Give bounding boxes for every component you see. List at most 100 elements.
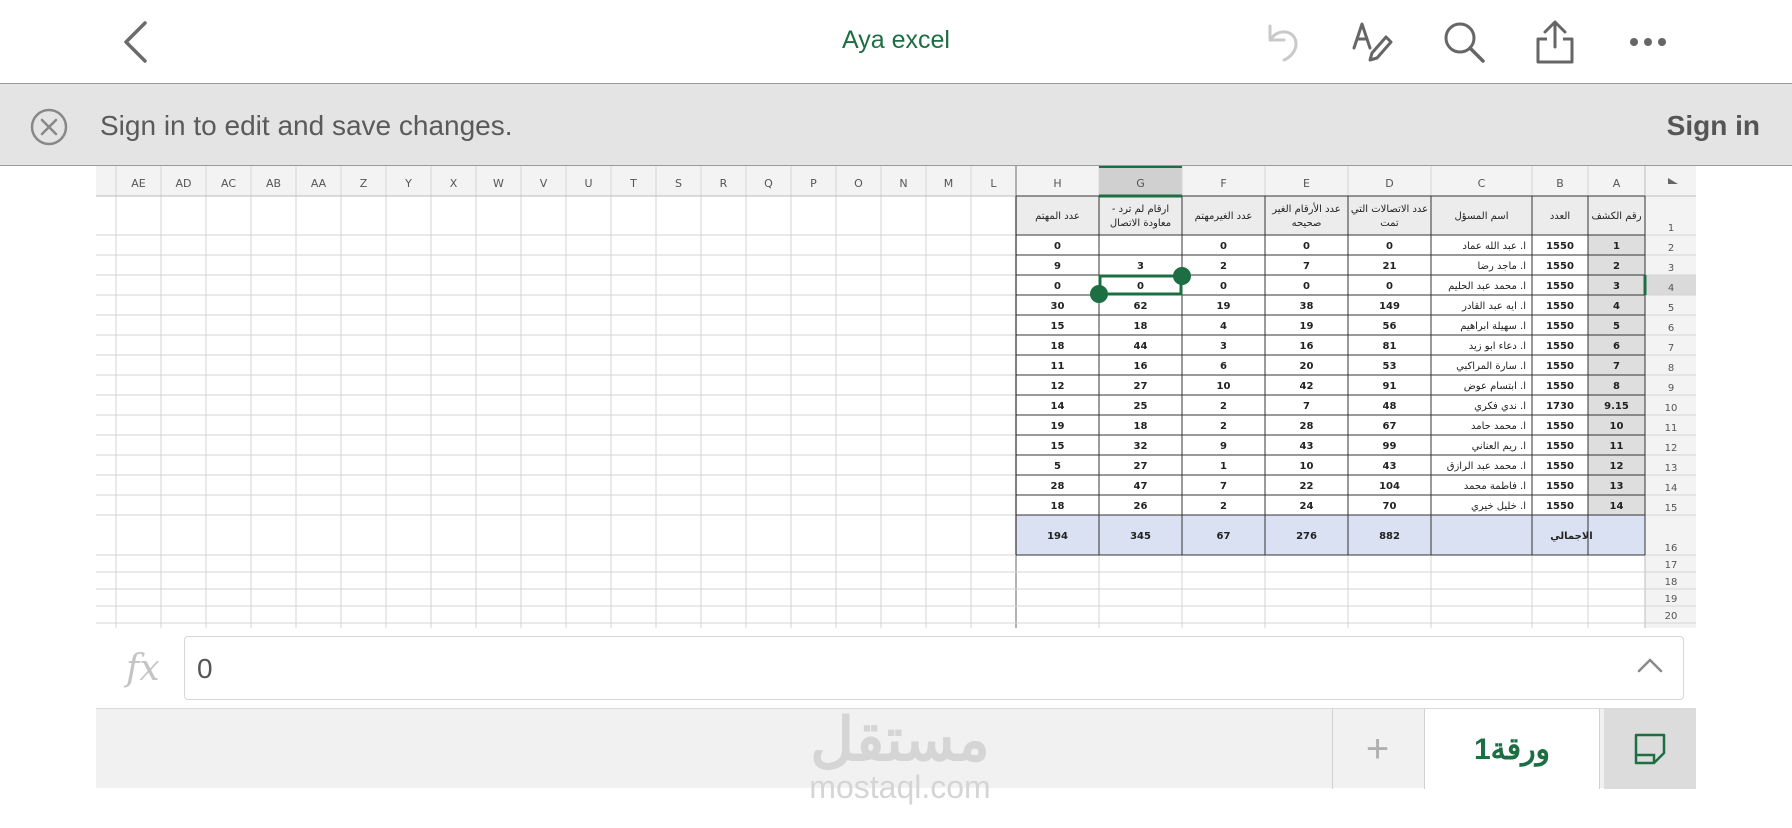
row-number: 18 — [1665, 577, 1678, 588]
row-number: 1 — [1668, 223, 1674, 234]
cell-value: 149 — [1379, 301, 1400, 312]
sheet-icon — [1634, 733, 1666, 765]
cell-value: 2 — [1220, 261, 1227, 272]
cell-value: 7 — [1613, 361, 1620, 372]
cell-value: 5 — [1613, 321, 1620, 332]
cell-value: 5 — [1054, 461, 1061, 472]
column-letter-e: E — [1303, 177, 1310, 190]
cell-value: 15 — [1051, 441, 1065, 452]
dismiss-banner-button[interactable] — [29, 107, 69, 152]
cell-value: 27 — [1134, 461, 1148, 472]
column-letter-g: G — [1136, 177, 1145, 190]
cell-value: 26 — [1134, 501, 1148, 512]
column-letter-b: B — [1556, 177, 1564, 190]
cell-value: 16 — [1300, 341, 1314, 352]
more-button[interactable] — [1624, 18, 1672, 66]
cell-value: 25 — [1134, 401, 1148, 412]
share-icon — [1536, 20, 1574, 64]
column-letter-x: X — [450, 177, 458, 190]
grid-canvas[interactable]: ABCDEFGHLMNOPQRSTUVWXYZAAABACADAE1234567… — [96, 166, 1696, 628]
banner-message: Sign in to edit and save changes. — [100, 110, 513, 141]
cell-name: ا. محمد عبد الرازق — [1447, 461, 1526, 472]
column-letter-f: F — [1220, 177, 1226, 190]
sheet-tab[interactable]: ورقة1 — [1424, 709, 1600, 789]
formula-value: 0 — [197, 653, 213, 684]
cell-value: 0 — [1220, 241, 1227, 252]
draw-button[interactable] — [1348, 18, 1396, 66]
column-letter-aa: AA — [311, 177, 327, 190]
row-number: 9 — [1668, 383, 1674, 394]
table-header-b: العدد — [1550, 211, 1570, 222]
sign-in-button[interactable]: Sign in — [1667, 110, 1760, 142]
fx-icon: fx — [126, 648, 160, 689]
column-letter-r: R — [720, 177, 728, 190]
column-letter-v: V — [540, 177, 548, 190]
cell-value: 19 — [1300, 321, 1314, 332]
row-number: 2 — [1668, 243, 1674, 254]
cell-name: ا. خليل خيري — [1471, 501, 1526, 512]
row-number: 10 — [1665, 403, 1678, 414]
column-letter-w: W — [493, 177, 504, 190]
sheet-list-button[interactable] — [1604, 709, 1696, 789]
cell-name: ا. محمد عبد الحليم — [1448, 281, 1526, 292]
cell-value: 0 — [1137, 281, 1144, 292]
total-value-e: 276 — [1296, 531, 1317, 542]
cell-value: 53 — [1383, 361, 1397, 372]
column-letter-u: U — [584, 177, 592, 190]
cell-value: 4 — [1220, 321, 1227, 332]
cell-name: ا. محمد حامد — [1471, 421, 1526, 432]
cell-value: 24 — [1300, 501, 1314, 512]
cell-name: ا. سهيلة ابراهيم — [1460, 321, 1526, 332]
cell-value: 16 — [1134, 361, 1148, 372]
cell-value: 1730 — [1546, 401, 1574, 412]
total-value-f: 67 — [1217, 531, 1231, 542]
row-number: 14 — [1665, 483, 1678, 494]
chevron-up-icon — [1637, 658, 1663, 673]
cell-value: 19 — [1051, 421, 1065, 432]
cell-value: 1 — [1220, 461, 1227, 472]
cell-value: 9 — [1054, 261, 1061, 272]
cell-value: 2 — [1220, 401, 1227, 412]
selection-handle — [1090, 285, 1108, 303]
cell-value: 6 — [1220, 361, 1227, 372]
spreadsheet-grid[interactable]: A B C D E F G H L M N O P Q R S T U V W X Y Z AA AB AC AD AE 1 2 3 4 5 6 7… — [96, 166, 1696, 628]
expand-formula-button[interactable] — [1637, 657, 1663, 678]
table-header-f: عدد الغيرمهتم — [1195, 211, 1253, 222]
table-header-a: رقم الكشف — [1591, 211, 1641, 222]
cell-value: 1550 — [1546, 281, 1574, 292]
add-sheet-button[interactable]: + — [1332, 709, 1422, 789]
column-letter-l: L — [990, 177, 997, 190]
cell-name: ا. ريم العناني — [1472, 441, 1526, 452]
search-button[interactable] — [1440, 18, 1488, 66]
share-button[interactable] — [1531, 18, 1579, 66]
cell-value: 42 — [1300, 381, 1314, 392]
formula-input[interactable]: 0 — [184, 636, 1684, 700]
cell-value: 8 — [1613, 381, 1620, 392]
column-letter-s: S — [675, 177, 682, 190]
cell-value: 7 — [1220, 481, 1227, 492]
cell-value: 1550 — [1546, 501, 1574, 512]
cell-value: 1550 — [1546, 381, 1574, 392]
column-letter-y: Y — [404, 177, 412, 190]
cell-value: 21 — [1383, 261, 1397, 272]
row-number: 3 — [1668, 263, 1674, 274]
cell-value: 2 — [1220, 421, 1227, 432]
selection-handle — [1173, 267, 1191, 285]
cell-value: 0 — [1054, 281, 1061, 292]
cell-value: 3 — [1137, 261, 1144, 272]
cell-value: 14 — [1610, 501, 1624, 512]
cell-value: 91 — [1383, 381, 1397, 392]
cell-value: 18 — [1051, 501, 1065, 512]
total-value-h: 194 — [1047, 531, 1068, 542]
cell-value: 43 — [1383, 461, 1397, 472]
pen-text-icon — [1352, 22, 1393, 62]
cell-value: 18 — [1134, 421, 1148, 432]
cell-name: ا. ماجد رضا — [1477, 261, 1526, 272]
undo-button[interactable] — [1258, 18, 1306, 66]
cell-value: 7 — [1303, 401, 1310, 412]
row-number: 13 — [1665, 463, 1678, 474]
column-letter-d: D — [1385, 177, 1393, 190]
watermark-latin: mostaql.com — [809, 769, 991, 805]
formula-bar: fx 0 — [96, 628, 1696, 708]
column-letter-a: A — [1613, 177, 1621, 190]
